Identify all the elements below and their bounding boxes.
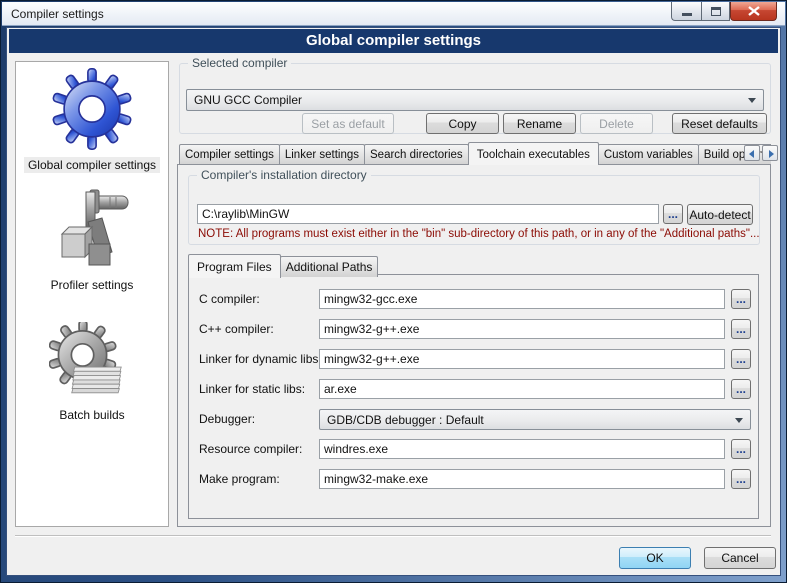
sidebar-item-batch-builds[interactable]: Batch builds: [16, 322, 168, 424]
selected-compiler-legend: Selected compiler: [188, 56, 291, 70]
resource-compiler-input[interactable]: [319, 439, 725, 459]
dynamic-linker-input[interactable]: [319, 349, 725, 369]
titlebar[interactable]: Compiler settings: [2, 2, 785, 26]
make-program-browse-button[interactable]: ...: [731, 469, 751, 489]
static-linker-input[interactable]: [319, 379, 725, 399]
make-program-input[interactable]: [319, 469, 725, 489]
tab-search-directories[interactable]: Search directories: [364, 144, 469, 165]
debugger-label: Debugger:: [199, 412, 255, 426]
sidebar-item-label: Profiler settings: [47, 277, 138, 293]
compiler-select[interactable]: GNU GCC Compiler: [186, 89, 764, 111]
compiler-settings-window: Compiler settings Global compiler settin…: [0, 0, 787, 583]
files-tabs: Program Files Additional Paths: [188, 253, 377, 277]
rename-button[interactable]: Rename: [503, 113, 576, 134]
install-dir-input[interactable]: [197, 204, 659, 224]
make-program-label: Make program:: [199, 472, 280, 486]
c-compiler-browse-button[interactable]: ...: [731, 289, 751, 309]
maximize-button[interactable]: [701, 2, 730, 21]
reset-defaults-button[interactable]: Reset defaults: [672, 113, 767, 134]
chevron-down-icon: [735, 418, 743, 423]
sidebar-item-global-compiler-settings[interactable]: Global compiler settings: [16, 68, 168, 174]
tab-linker-settings[interactable]: Linker settings: [279, 144, 365, 165]
debugger-select[interactable]: GDB/CDB debugger : Default: [319, 409, 751, 430]
arrow-right-icon: [769, 150, 774, 158]
c-compiler-label: C compiler:: [199, 292, 260, 306]
close-button[interactable]: [730, 2, 777, 21]
cpp-compiler-label: C++ compiler:: [199, 322, 274, 336]
selected-compiler-group: Selected compiler GNU GCC Compiler Set a…: [179, 63, 771, 134]
tab-scroll-right-button[interactable]: [762, 145, 778, 161]
copy-button[interactable]: Copy: [426, 113, 499, 134]
ok-button[interactable]: OK: [619, 547, 691, 569]
sidebar-item-profiler-settings[interactable]: Profiler settings: [16, 188, 168, 294]
dynamic-linker-row: Linker for dynamic libs: ...: [189, 349, 758, 369]
tab-scroll-left-button[interactable]: [744, 145, 760, 161]
minimize-button[interactable]: [671, 2, 701, 21]
dialog-header: Global compiler settings: [9, 29, 778, 53]
static-linker-label: Linker for static libs:: [199, 382, 305, 396]
cpp-compiler-row: C++ compiler: ...: [189, 319, 758, 339]
main-tabs: Compiler settings Linker settings Search…: [179, 142, 771, 165]
maximize-icon: [711, 7, 721, 16]
dynamic-linker-browse-button[interactable]: ...: [731, 349, 751, 369]
toolchain-executables-panel: Compiler's installation directory ... Au…: [177, 164, 771, 527]
debugger-select-value: GDB/CDB debugger : Default: [327, 413, 484, 427]
sidebar-item-label: Global compiler settings: [24, 157, 160, 173]
c-compiler-row: C compiler: ...: [189, 289, 758, 309]
resource-compiler-row: Resource compiler: ...: [189, 439, 758, 459]
arrow-left-icon: [749, 150, 754, 158]
debugger-row: Debugger: GDB/CDB debugger : Default: [189, 409, 758, 429]
tab-program-files[interactable]: Program Files: [188, 254, 281, 278]
sidebar-item-label: Batch builds: [55, 407, 128, 423]
program-files-panel: C compiler: ... C++ compiler: ... Linker…: [188, 274, 759, 519]
chevron-down-icon: [748, 98, 756, 103]
page-title: Global compiler settings: [306, 32, 481, 49]
cancel-button[interactable]: Cancel: [704, 547, 776, 569]
caption-buttons: [671, 2, 777, 21]
dialog-client-area: Global compiler settings: [6, 27, 781, 576]
gray-gear-stack-icon: [49, 322, 135, 400]
resource-compiler-browse-button[interactable]: ...: [731, 439, 751, 459]
install-dir-legend: Compiler's installation directory: [197, 168, 371, 182]
c-compiler-input[interactable]: [319, 289, 725, 309]
set-default-button[interactable]: Set as default: [302, 113, 394, 134]
footer-divider: [15, 535, 771, 537]
resource-compiler-label: Resource compiler:: [199, 442, 302, 456]
tab-additional-paths[interactable]: Additional Paths: [280, 256, 379, 277]
cpp-compiler-browse-button[interactable]: ...: [731, 319, 751, 339]
dynamic-linker-label: Linker for dynamic libs:: [199, 352, 322, 366]
minimize-icon: [682, 13, 692, 16]
close-icon: [731, 2, 778, 21]
delete-button[interactable]: Delete: [580, 113, 653, 134]
tab-compiler-settings[interactable]: Compiler settings: [179, 144, 280, 165]
make-program-row: Make program: ...: [189, 469, 758, 489]
tab-toolchain-executables[interactable]: Toolchain executables: [468, 142, 599, 165]
sidebar: Global compiler settings: [15, 61, 169, 527]
autodetect-button[interactable]: Auto-detect: [687, 204, 753, 225]
static-linker-browse-button[interactable]: ...: [731, 379, 751, 399]
window-title: Compiler settings: [11, 7, 104, 21]
static-linker-row: Linker for static libs: ...: [189, 379, 758, 399]
tab-scroll-buttons: [742, 145, 778, 161]
caliper-icon: [52, 188, 132, 270]
note-text: NOTE: All programs must exist either in …: [198, 228, 760, 240]
install-dir-browse-button[interactable]: ...: [663, 204, 683, 224]
compiler-select-value: GNU GCC Compiler: [194, 93, 302, 107]
install-dir-group: Compiler's installation directory ... Au…: [188, 175, 760, 245]
blue-gear-icon: [51, 68, 133, 150]
tab-custom-variables[interactable]: Custom variables: [598, 144, 699, 165]
cpp-compiler-input[interactable]: [319, 319, 725, 339]
